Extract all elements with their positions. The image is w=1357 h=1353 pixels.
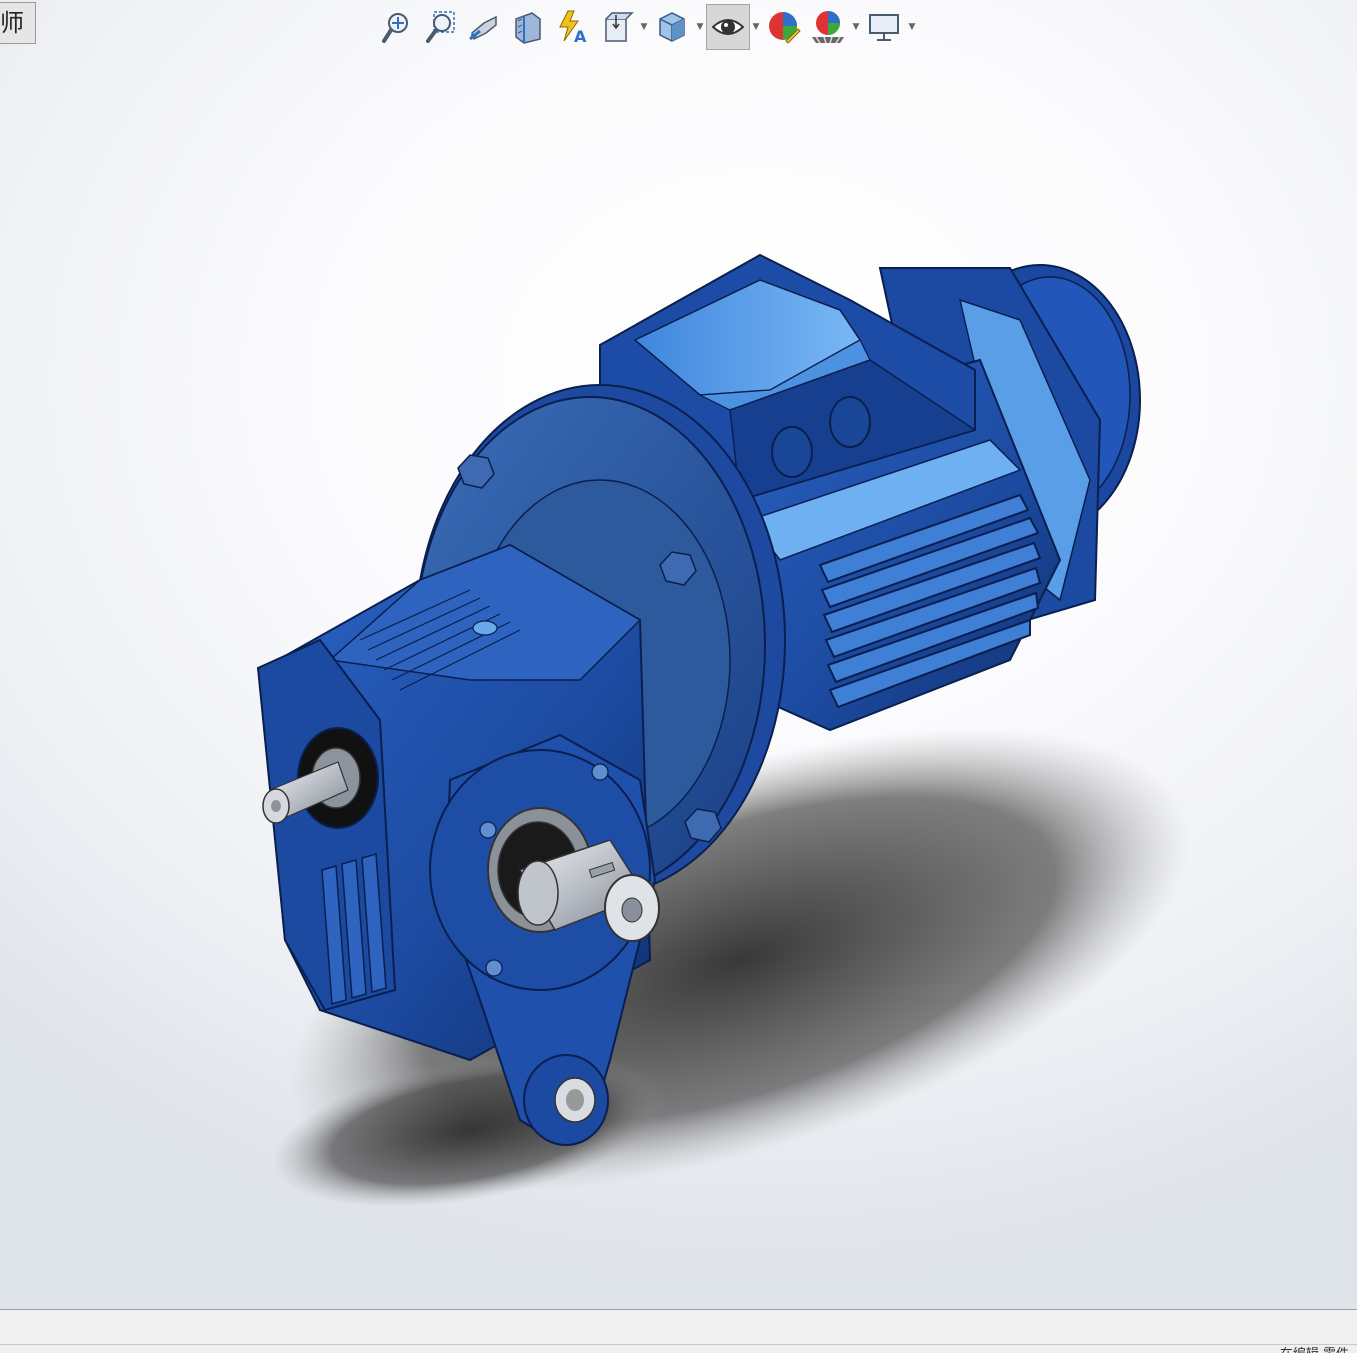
display-style-dropdown[interactable]: ▼	[694, 4, 706, 50]
view-orientation-icon	[605, 12, 634, 42]
view-settings-button[interactable]	[862, 4, 906, 50]
zoom-to-fit-button[interactable]	[374, 4, 418, 50]
zoom-to-fit-icon	[382, 13, 408, 43]
status-text: 在编辑 零件	[1280, 1343, 1349, 1353]
view-orientation-dropdown[interactable]: ▼	[638, 4, 650, 50]
display-style-icon	[659, 12, 685, 42]
status-divider	[0, 1344, 1357, 1345]
section-view-button[interactable]	[506, 4, 550, 50]
previous-view-button[interactable]	[462, 4, 506, 50]
svg-text:A: A	[574, 27, 587, 45]
dynamic-annotation-views-icon: A	[559, 10, 587, 45]
view-settings-dropdown[interactable]: ▼	[906, 4, 918, 50]
hide-show-items-dropdown[interactable]: ▼	[750, 4, 762, 50]
edit-appearance-icon	[769, 12, 801, 44]
view-settings-icon	[869, 14, 899, 41]
edit-appearance-button[interactable]	[762, 4, 806, 50]
display-style-button[interactable]	[650, 4, 694, 50]
hide-show-items-button[interactable]	[706, 4, 750, 50]
zoom-to-area-button[interactable]	[418, 4, 462, 50]
heads-up-view-toolbar: A ▼ ▼ ▼ ▼ ▼	[374, 4, 918, 50]
apply-scene-dropdown[interactable]: ▼	[850, 4, 862, 50]
previous-view-icon	[469, 15, 497, 41]
section-view-icon	[515, 12, 541, 44]
dynamic-annotation-views-button[interactable]: A	[550, 4, 594, 50]
apply-scene-icon	[812, 11, 844, 44]
view-orientation-button[interactable]	[594, 4, 638, 50]
apply-scene-button[interactable]	[806, 4, 850, 50]
hide-show-items-icon	[711, 19, 745, 35]
zoom-to-area-icon	[426, 11, 455, 43]
gear-motor-model[interactable]	[0, 0, 1357, 1309]
status-bar: 在编辑 零件	[0, 1309, 1357, 1353]
feature-manager-tab[interactable]: 师	[0, 2, 36, 44]
graphics-area[interactable]: 师 A ▼ ▼ ▼ ▼ ▼	[0, 0, 1357, 1309]
